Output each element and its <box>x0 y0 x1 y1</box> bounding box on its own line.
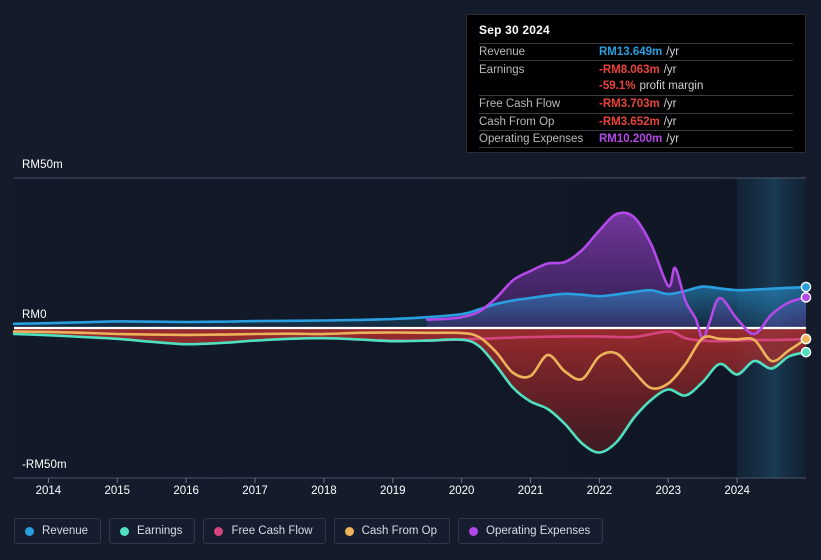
legend-item-label: Free Cash Flow <box>231 525 313 537</box>
legend-item-free-cash-flow[interactable]: Free Cash Flow <box>203 518 326 544</box>
tooltip-row-value: RM10.200m <box>599 133 663 146</box>
financial-chart-page: RM50m RM0 -RM50m 2014 2015 2016 2017 2018 201… <box>0 0 821 560</box>
tooltip-row-value: -RM3.652m <box>599 115 660 128</box>
data-tooltip: Sep 30 2024 Revenue RM13.649m/yr Earnings -… <box>466 14 806 153</box>
legend-item-label: Operating Expenses <box>486 525 591 537</box>
y-axis-label-zero: RM0 <box>22 309 47 321</box>
x-axis-label: 2020 <box>448 485 475 497</box>
endpoint-dot-operating-expenses <box>800 292 812 303</box>
tooltip-row: Operating Expenses RM10.200m/yr <box>479 129 793 147</box>
x-axis-label: 2024 <box>724 485 750 497</box>
tooltip-row-label: Operating Expenses <box>479 133 584 146</box>
x-axis-label: 2015 <box>104 485 131 497</box>
chart-legend[interactable]: Revenue Earnings Free Cash Flow Cash From O… <box>14 518 604 544</box>
tooltip-row: Cash From Op -RM3.652m/yr <box>479 112 793 130</box>
tooltip-row: Free Cash Flow -RM3.703m/yr <box>479 95 793 112</box>
tooltip-row-unit: profit margin <box>639 80 704 93</box>
legend-item-cash-from-op[interactable]: Cash From Op <box>333 518 451 544</box>
endpoint-dot-revenue <box>800 281 812 293</box>
tooltip-row-label: Free Cash Flow <box>479 98 561 111</box>
legend-color-dot-icon <box>469 526 479 536</box>
endpoint-dot-earnings <box>800 346 812 358</box>
legend-item-label: Earnings <box>137 525 183 537</box>
tooltip-row-unit: /yr <box>666 46 680 59</box>
tooltip-row-value: -RM3.703m <box>599 98 660 111</box>
endpoint-dot-cash-from-op <box>800 333 812 345</box>
tooltip-row: Revenue RM13.649m/yr <box>479 43 793 60</box>
x-axis-label: 2017 <box>242 485 268 497</box>
tooltip-row-label: Earnings <box>479 63 525 76</box>
legend-item-operating-expenses[interactable]: Operating Expenses <box>458 518 604 544</box>
x-axis-label: 2022 <box>586 485 613 497</box>
legend-item-label: Revenue <box>42 525 89 537</box>
tooltip-row-unit: /yr <box>663 63 677 76</box>
x-axis-label: 2021 <box>517 485 544 497</box>
y-axis-label-bottom: -RM50m <box>22 459 67 471</box>
tooltip-row-value: RM13.649m <box>599 46 663 59</box>
legend-color-dot-icon <box>344 526 354 536</box>
tooltip-row-value: -RM8.063m <box>599 63 660 76</box>
x-axis-label: 2018 <box>311 485 337 497</box>
legend-color-dot-icon <box>214 526 224 536</box>
tooltip-row: Earnings -RM8.063m/yr <box>479 60 793 77</box>
tooltip-rows: Revenue RM13.649m/yr Earnings -RM8.063m/yr -… <box>479 43 793 147</box>
tooltip-date: Sep 30 2024 <box>479 23 550 37</box>
tooltip-row-value: -59.1% <box>599 80 636 93</box>
y-axis-label-top: RM50m <box>22 159 63 171</box>
x-axis-label: 2019 <box>379 485 406 497</box>
tooltip-row-unit: /yr <box>663 115 677 128</box>
legend-item-earnings[interactable]: Earnings <box>109 518 196 544</box>
x-axis-label: 2023 <box>655 485 682 497</box>
tooltip-row-label: Revenue <box>479 46 526 59</box>
tooltip-bottom-rule <box>479 147 793 149</box>
tooltip-row-unit: /yr <box>663 98 677 111</box>
legend-color-dot-icon <box>120 526 130 536</box>
tooltip-row: -59.1% profit margin <box>479 78 793 95</box>
tooltip-row-unit: /yr <box>666 133 680 146</box>
x-axis-label: 2014 <box>35 485 62 497</box>
x-axis-label: 2016 <box>173 485 199 497</box>
legend-item-revenue[interactable]: Revenue <box>14 518 102 544</box>
legend-color-dot-icon <box>25 526 34 536</box>
tooltip-row-label: Cash From Op <box>479 115 555 128</box>
legend-item-label: Cash From Op <box>361 525 438 537</box>
